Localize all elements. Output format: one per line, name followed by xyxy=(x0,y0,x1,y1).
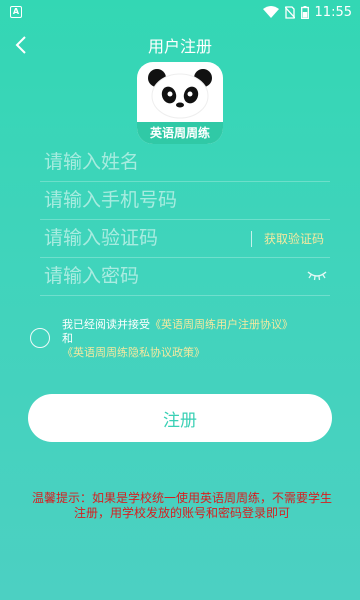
status-left: A xyxy=(10,6,22,18)
phone-input[interactable] xyxy=(40,182,240,218)
verification-code-input[interactable] xyxy=(40,220,240,256)
status-time: 11:55 xyxy=(314,4,352,20)
get-code-button[interactable]: 获取验证码 xyxy=(264,230,324,247)
register-button[interactable]: 注册 xyxy=(28,394,332,442)
wifi-icon xyxy=(262,6,279,18)
name-input[interactable] xyxy=(40,144,240,180)
password-input[interactable] xyxy=(40,258,240,294)
tip-text: 温馨提示：如果是学校统一使用英语周周练，不需要学生注册，用学校发放的账号和密码登… xyxy=(31,491,332,520)
status-right: 11:55 xyxy=(262,4,352,20)
privacy-policy-link[interactable]: 《英语周周练隐私协议政策》 xyxy=(62,346,205,359)
chevron-left-icon xyxy=(15,36,26,54)
android-a-icon: A xyxy=(10,6,22,18)
agreement-conjunction: 和 xyxy=(62,332,73,345)
agreement-text: 我已经阅读并接受《英语周周练用户注册协议》 和 《英语周周练隐私协议政策》 xyxy=(62,318,352,360)
agree-radio[interactable] xyxy=(30,328,50,348)
code-field-row: 获取验证码 xyxy=(40,220,330,258)
nav-bar: 用户注册 xyxy=(0,26,360,64)
page-title: 用户注册 xyxy=(147,37,212,56)
status-bar: A 11:55 xyxy=(0,0,360,24)
no-sim-icon xyxy=(284,5,295,19)
back-button[interactable] xyxy=(8,32,34,58)
code-divider xyxy=(251,231,252,247)
user-agreement-link[interactable]: 《英语周周练用户注册协议》 xyxy=(150,318,293,331)
battery-icon xyxy=(300,5,309,19)
app-logo: 英语周周练 xyxy=(137,62,223,144)
logo-caption: 英语周周练 xyxy=(137,122,223,144)
agreement-prefix: 我已经阅读并接受 xyxy=(62,318,150,331)
name-field-row xyxy=(40,144,330,182)
eye-closed-icon[interactable] xyxy=(306,268,328,282)
password-field-row xyxy=(40,258,330,296)
panda-icon xyxy=(148,69,212,119)
phone-field-row xyxy=(40,182,330,220)
